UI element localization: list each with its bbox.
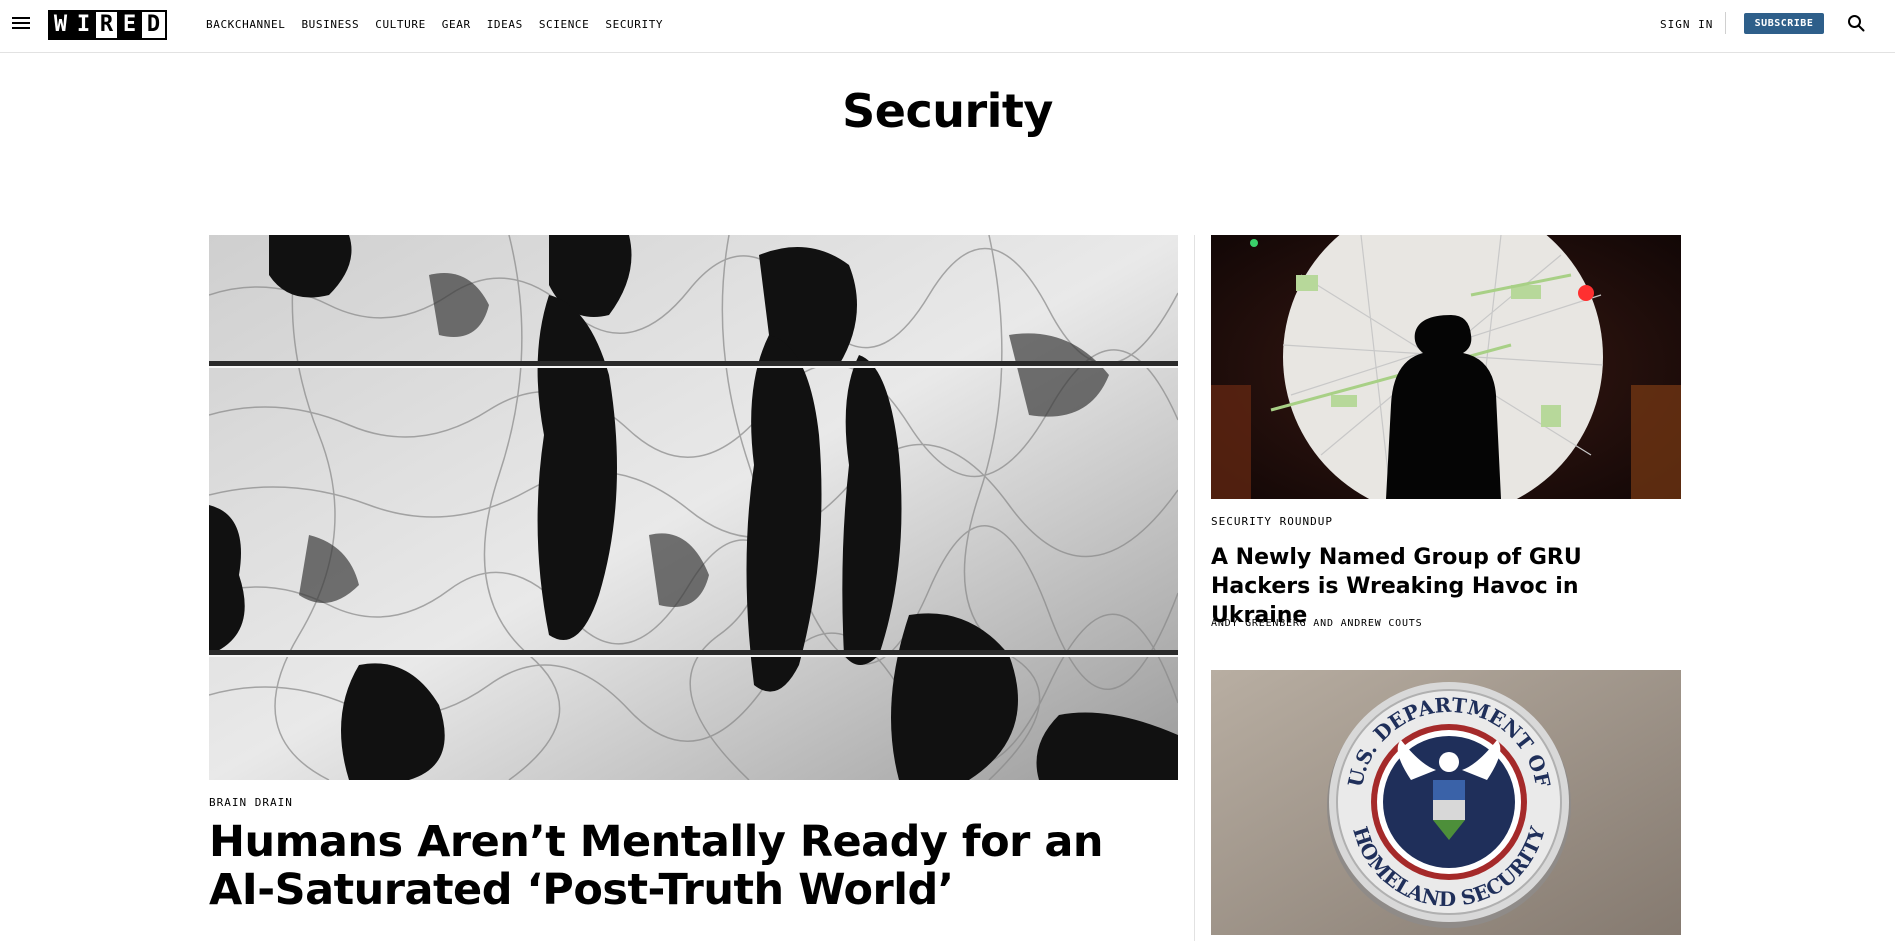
sign-in-link[interactable]: SIGN IN xyxy=(1660,18,1713,31)
menu-icon[interactable] xyxy=(12,15,30,31)
wired-logo[interactable]: W I R E D xyxy=(48,10,167,40)
column-divider xyxy=(1194,235,1195,941)
page-title: Security xyxy=(842,84,1053,138)
side-story-1-kicker[interactable]: SECURITY ROUNDUP xyxy=(1211,515,1333,528)
logo-letter: D xyxy=(142,12,165,38)
nav-business[interactable]: BUSINESS xyxy=(301,18,359,31)
side-story-1-headline[interactable]: A Newly Named Group of GRU Hackers is Wr… xyxy=(1211,543,1681,630)
logo-letter: I xyxy=(73,12,96,38)
main-story-headline[interactable]: Humans Aren’t Mentally Ready for an AI-S… xyxy=(209,818,1109,914)
header-divider xyxy=(1725,12,1726,34)
logo-letter: W xyxy=(50,12,73,38)
side-story-1-byline[interactable]: ANDY GREENBERG AND ANDREW COUTS xyxy=(1211,618,1422,629)
search-icon[interactable] xyxy=(1847,14,1865,32)
main-story-dek xyxy=(209,932,1169,941)
top-navigation-bar: W I R E D BACKCHANNEL BUSINESS CULTURE G… xyxy=(0,0,1895,53)
primary-nav: BACKCHANNEL BUSINESS CULTURE GEAR IDEAS … xyxy=(206,18,663,31)
nav-ideas[interactable]: IDEAS xyxy=(487,18,523,31)
side-story-2-image[interactable]: U.S. DEPARTMENT OF HOMELAND SECURITY xyxy=(1211,670,1681,935)
main-story-image[interactable] xyxy=(209,235,1178,780)
logo-letter: R xyxy=(96,12,119,38)
nav-science[interactable]: SCIENCE xyxy=(539,18,590,31)
logo-letter: E xyxy=(119,12,142,38)
main-story-kicker[interactable]: BRAIN DRAIN xyxy=(209,796,293,809)
side-story-1-image[interactable] xyxy=(1211,235,1681,499)
nav-gear[interactable]: GEAR xyxy=(442,18,471,31)
nav-backchannel[interactable]: BACKCHANNEL xyxy=(206,18,285,31)
nav-culture[interactable]: CULTURE xyxy=(375,18,426,31)
subscribe-button[interactable]: SUBSCRIBE xyxy=(1744,13,1824,34)
nav-security[interactable]: SECURITY xyxy=(605,18,663,31)
